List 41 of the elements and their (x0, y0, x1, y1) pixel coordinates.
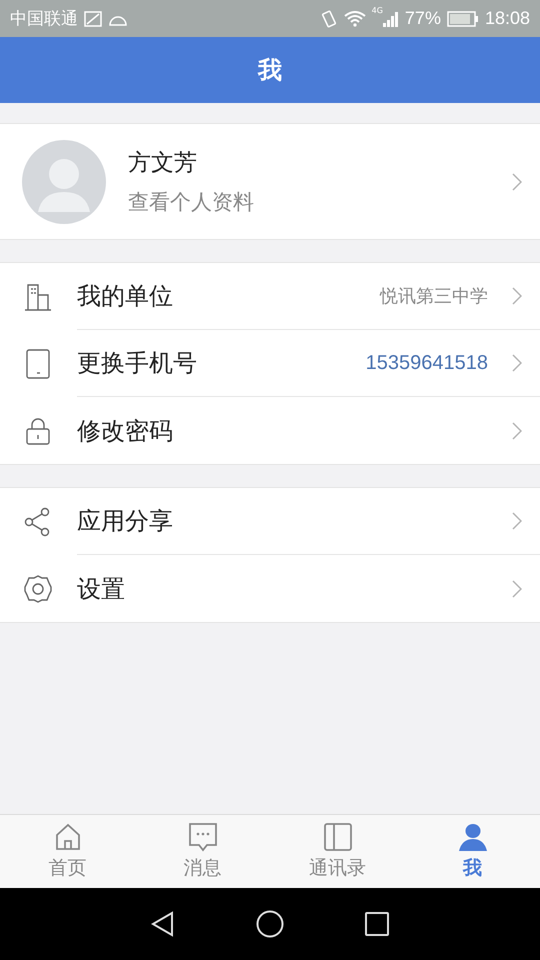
chevron-icon (512, 422, 522, 440)
page-title: 我 (258, 55, 282, 86)
signal-icon (382, 10, 399, 26)
building-icon (23, 282, 53, 312)
vibrate-icon (320, 10, 338, 28)
menu-label: 设置 (77, 574, 126, 604)
menu-item[interactable]: 应用分享 (0, 488, 540, 555)
battery-percent: 77% (404, 8, 441, 29)
menu-label: 更换手机号 (77, 348, 198, 379)
network-type: 4G (372, 6, 383, 15)
clock: 18:08 (484, 8, 530, 29)
menu-label: 我的单位 (77, 281, 174, 312)
avatar-icon (22, 140, 106, 224)
phone-number: 15359641518 (366, 352, 488, 374)
chevron-icon (512, 580, 522, 598)
wifi-icon (344, 10, 366, 26)
chevron-icon (512, 512, 522, 530)
contacts-icon (322, 822, 352, 852)
image-icon (84, 10, 102, 26)
home-circle-icon[interactable] (256, 910, 284, 938)
person-icon (458, 822, 488, 852)
message-icon (188, 822, 218, 852)
carrier-name: 中国联通 (10, 8, 78, 30)
chevron-icon (512, 354, 522, 372)
menu-item[interactable]: 我的单位 悦讯第三中学 (0, 263, 540, 330)
menu-item[interactable]: 更换手机号 15359641518 (0, 330, 540, 397)
chevron-icon (512, 287, 522, 305)
battery-icon (446, 10, 479, 26)
menu-item[interactable]: 设置 (0, 555, 540, 622)
tab[interactable]: 我 (405, 815, 540, 888)
profile-link: 查看个人资料 (128, 189, 255, 216)
recents-icon[interactable] (364, 911, 390, 937)
menu-item[interactable]: 修改密码 (0, 397, 540, 464)
settings-icon (23, 574, 53, 604)
chevron-icon (512, 172, 522, 190)
menu-label: 修改密码 (77, 416, 174, 446)
menu-value: 悦讯第三中学 (380, 285, 488, 308)
menu-label: 应用分享 (77, 506, 174, 537)
profile-row[interactable]: 方文芳 查看个人资料 (0, 123, 540, 240)
user-name: 方文芳 (128, 149, 198, 178)
back-icon[interactable] (150, 911, 176, 937)
